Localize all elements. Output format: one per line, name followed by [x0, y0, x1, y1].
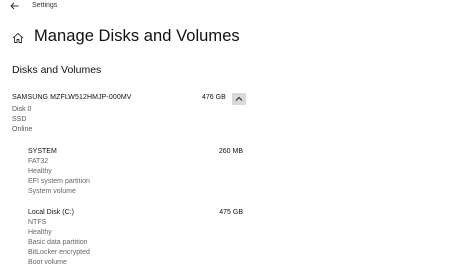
volume-health: Healthy — [28, 229, 52, 236]
disk-status: Online — [12, 126, 33, 133]
volume-partition-type: Basic data partition — [28, 239, 88, 246]
volume-encryption: BitLocker encrypted — [28, 249, 90, 256]
volume-filesystem: FAT32 — [28, 158, 49, 165]
page-title: Manage Disks and Volumes — [34, 27, 240, 45]
section-title: Disks and Volumes — [12, 64, 102, 76]
volume-name: SYSTEM — [28, 148, 57, 155]
disk-item[interactable]: SAMSUNG MZFLW512HMJP-000MV 476 GB Disk 0… — [12, 92, 252, 136]
volume-size: 260 MB — [218, 148, 243, 155]
disk-size: 476 GB — [202, 94, 226, 101]
volume-name: Local Disk (C:) — [28, 209, 74, 216]
volume-item-local-disk-c[interactable]: Local Disk (C:) 475 GB NTFS Healthy Basi… — [28, 209, 243, 271]
volume-size: 475 GB — [219, 209, 243, 216]
back-arrow-icon — [9, 2, 18, 10]
volume-filesystem: NTFS — [28, 219, 47, 226]
home-icon[interactable] — [12, 31, 24, 43]
back-button[interactable] — [7, 1, 21, 13]
volume-item-system[interactable]: SYSTEM 260 MB FAT32 Healthy EFI system p… — [28, 148, 243, 200]
disk-media-type: SSD — [12, 116, 27, 123]
disk-name: SAMSUNG MZFLW512HMJP-000MV — [12, 94, 132, 101]
volume-partition-type: EFI system partition — [28, 178, 90, 185]
app-title: Settings — [32, 2, 58, 9]
disk-number: Disk 0 — [12, 106, 32, 113]
collapse-button[interactable] — [232, 93, 246, 105]
title-bar: Settings — [0, 0, 460, 14]
volume-health: Healthy — [28, 168, 52, 175]
volume-role: Boot volume — [28, 259, 67, 266]
volume-role: System volume — [28, 188, 76, 195]
chevron-up-icon — [235, 96, 243, 101]
